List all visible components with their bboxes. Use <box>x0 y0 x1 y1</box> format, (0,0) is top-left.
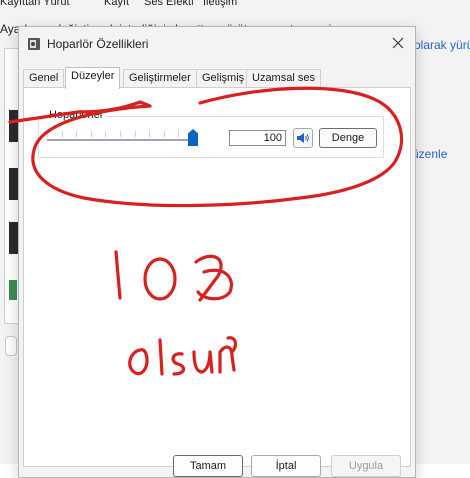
device-icon <box>9 280 17 300</box>
slider-tick <box>61 131 63 137</box>
close-button[interactable] <box>381 27 415 59</box>
speaker-properties-dialog: Hoparlör Özellikleri Genel Düzeyler Geli… <box>18 26 416 478</box>
bg-tab-sound-effects[interactable]: Ses Efekti <box>144 0 194 8</box>
tab-general[interactable]: Genel <box>23 69 65 87</box>
background-button[interactable] <box>5 336 17 356</box>
slider-ticks <box>47 131 194 137</box>
slider-tick <box>149 131 151 137</box>
slider-tick <box>134 131 136 137</box>
tab-enhancements[interactable]: Geliştirmeler <box>123 69 197 87</box>
tab-spatial-sound[interactable]: Uzamsal ses <box>246 69 321 87</box>
tab-advanced[interactable]: Gelişmiş <box>196 69 251 87</box>
slider-tick <box>47 131 48 137</box>
slider-tick <box>120 131 121 137</box>
speakers-group-label: Hoparlörler <box>47 109 106 121</box>
mute-button[interactable] <box>293 128 313 148</box>
background-set-default-link[interactable]: olarak yürü <box>414 38 470 52</box>
slider-tick <box>178 131 180 137</box>
slider-track <box>47 139 193 141</box>
slider-tick <box>76 131 78 137</box>
speakers-group: Hoparlörler 100 Denge <box>38 109 384 158</box>
background-properties-link[interactable]: üzenle <box>412 147 447 161</box>
apply-button[interactable]: Uygula <box>331 455 401 477</box>
bg-tab-playback[interactable]: Kayıttan Yürüt <box>0 0 70 8</box>
ok-button[interactable]: Tamam <box>173 455 243 477</box>
slider-tick <box>105 131 107 137</box>
balance-button[interactable]: Denge <box>319 128 377 148</box>
levels-panel: Hoparlörler 100 Denge <box>23 87 411 467</box>
volume-level-field[interactable]: 100 <box>229 130 286 146</box>
bg-tab-recording[interactable]: Kayıt <box>104 0 129 8</box>
slider-tick <box>163 131 165 137</box>
title-bar[interactable]: Hoparlör Özellikleri <box>19 27 415 61</box>
dialog-title: Hoparlör Özellikleri <box>47 37 149 51</box>
close-icon <box>392 37 404 49</box>
bg-tab-communications[interactable]: İletişim <box>203 0 237 8</box>
speaker-icon <box>297 133 309 143</box>
slider-tick <box>90 131 92 137</box>
tab-levels[interactable]: Düzeyler <box>65 67 121 89</box>
background-tabstrip: Kayıttan Yürüt Kayıt Ses Efekti İletişim <box>0 0 360 12</box>
volume-slider[interactable] <box>47 125 207 149</box>
cancel-button[interactable]: İptal <box>251 455 321 477</box>
speaker-device-icon <box>28 38 40 50</box>
